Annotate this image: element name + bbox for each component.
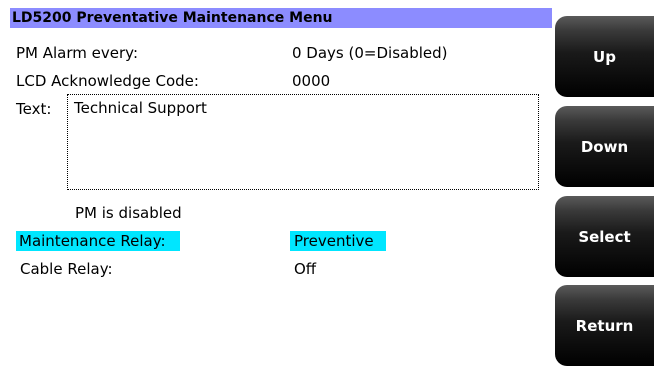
return-button[interactable]: Return (555, 285, 654, 366)
lcd-ack-value[interactable]: 0000 (292, 71, 330, 91)
maintenance-relay-value[interactable]: Preventive (290, 231, 386, 251)
select-button[interactable]: Select (555, 196, 654, 277)
pm-alarm-value[interactable]: 0 Days (0=Disabled) (292, 43, 448, 63)
up-button[interactable]: Up (555, 16, 654, 97)
down-button[interactable]: Down (555, 106, 654, 187)
text-label: Text: (16, 100, 52, 118)
return-button-label: Return (575, 316, 634, 335)
up-button-label: Up (593, 47, 616, 66)
cable-relay-label: Cable Relay: (20, 260, 113, 278)
pm-alarm-label: PM Alarm every: (16, 44, 138, 62)
select-button-label: Select (578, 227, 631, 246)
text-field[interactable]: Technical Support (67, 94, 539, 190)
pm-status-text: PM is disabled (75, 204, 182, 222)
maintenance-relay-label[interactable]: Maintenance Relay: (16, 231, 180, 251)
menu-title: LD5200 Preventative Maintenance Menu (10, 8, 552, 28)
down-button-label: Down (580, 137, 629, 156)
cable-relay-value[interactable]: Off (294, 259, 316, 279)
lcd-ack-label: LCD Acknowledge Code: (16, 72, 199, 90)
